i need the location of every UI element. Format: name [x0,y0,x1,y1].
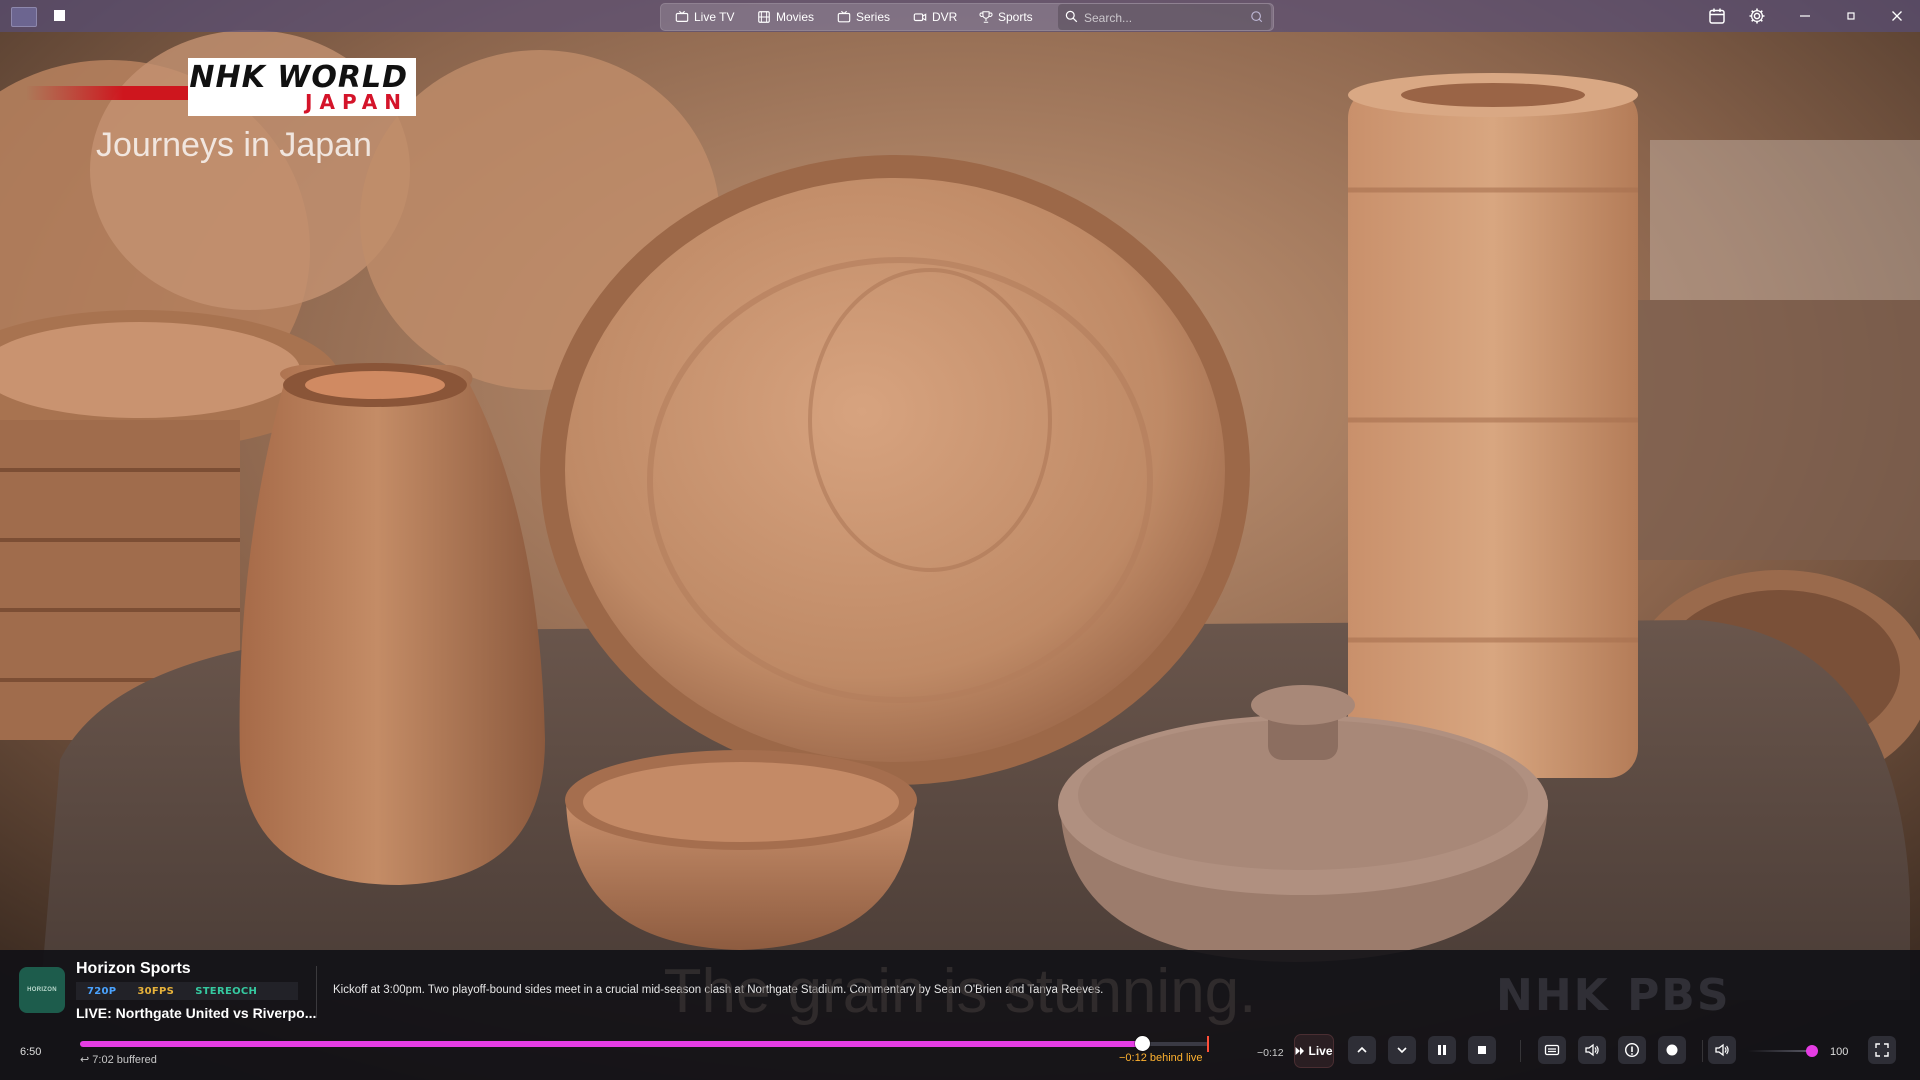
camera-icon [913,13,927,22]
calendar-icon[interactable] [1708,7,1726,25]
chevron-down-icon [1397,1047,1407,1054]
series-icon [837,10,851,23]
top-bar: Live TV Movies Series DVR Sports [0,0,1920,32]
subtitles-icon [1544,1044,1560,1056]
live-offset: −0:12 [1257,1047,1284,1059]
channel-down-button[interactable] [1388,1036,1416,1064]
search-box[interactable] [1058,4,1271,30]
audio-track-button[interactable] [1578,1036,1606,1064]
pause-button[interactable] [1428,1036,1456,1064]
minimize-button[interactable] [1782,0,1828,32]
channel-up-button[interactable] [1348,1036,1376,1064]
nav-sports[interactable]: Sports [979,4,1033,30]
fullscreen-button[interactable] [1868,1036,1896,1064]
app-logo [11,7,37,27]
volume-thumb[interactable] [1806,1045,1818,1057]
record-icon [1666,1044,1678,1056]
live-edge-marker [1207,1036,1209,1052]
close-icon [1892,11,1902,21]
skip-to-live-icon [1295,1047,1305,1055]
nav-label: Movies [776,10,815,24]
close-button[interactable] [1874,0,1920,32]
gear-icon[interactable] [1748,7,1766,25]
nav-label: Sports [998,10,1033,24]
maximize-icon [1847,12,1855,20]
stop-button[interactable] [1468,1036,1496,1064]
info-button[interactable] [1618,1036,1646,1064]
nav-label: DVR [932,10,958,24]
main-nav: Live TV Movies Series DVR Sports [660,3,1274,31]
mini-stop-icon[interactable] [54,10,65,21]
volume-icon [1715,1043,1729,1057]
nav-series[interactable]: Series [837,4,890,30]
minimize-icon [1800,15,1810,17]
volume-value: 100 [1830,1046,1849,1058]
info-icon [1624,1042,1640,1058]
buffered-status: ↩ 7:02 buffered [80,1053,157,1066]
volume-slider[interactable] [1748,1043,1818,1059]
subtitles-button[interactable] [1538,1036,1566,1064]
logo-japan: JAPAN [305,90,408,114]
search-input[interactable] [1082,9,1246,27]
buffered-label: 7:02 buffered [92,1054,157,1066]
volume-track [1748,1050,1812,1052]
live-label: Live [1308,1044,1333,1058]
pause-icon [1438,1045,1446,1055]
maximize-button[interactable] [1828,0,1874,32]
nav-label: Series [856,10,891,24]
behind-live-status: −0:12 behind live [1119,1052,1203,1064]
logo-red-stripe [26,86,188,100]
nav-label: Live TV [694,10,735,24]
controls-separator [1520,1040,1521,1062]
go-live-button[interactable]: Live [1294,1034,1334,1068]
nav-live-tv[interactable]: Live TV [675,4,734,30]
seek-bar[interactable] [80,1036,1209,1052]
video-watermark: NHK PBS [1496,970,1731,1021]
buffer-icon: ↩ [80,1054,90,1066]
show-title: Journeys in Japan [96,126,372,164]
trophy-icon [979,11,993,23]
audio-track-icon [1585,1043,1599,1057]
film-icon [758,11,770,23]
search-submit-icon[interactable] [1250,10,1263,23]
tv-icon [675,10,689,22]
chevron-up-icon [1357,1046,1367,1053]
stop-icon [1478,1046,1486,1054]
nav-movies[interactable]: Movies [757,4,814,30]
fullscreen-icon [1875,1043,1889,1057]
mute-button[interactable] [1708,1036,1736,1064]
nav-dvr[interactable]: DVR [913,4,957,30]
controls-separator [1702,1040,1703,1062]
channel-overlay-logo: NHK WORLD JAPAN [26,58,416,116]
video-frame[interactable]: NHK WORLD JAPAN Journeys in Japan [0,0,1920,1080]
current-time: 6:50 [20,1046,42,1058]
search-icon [1065,10,1078,23]
seek-thumb[interactable] [1135,1036,1150,1051]
record-button[interactable] [1658,1036,1686,1064]
seek-progress [80,1041,1142,1047]
